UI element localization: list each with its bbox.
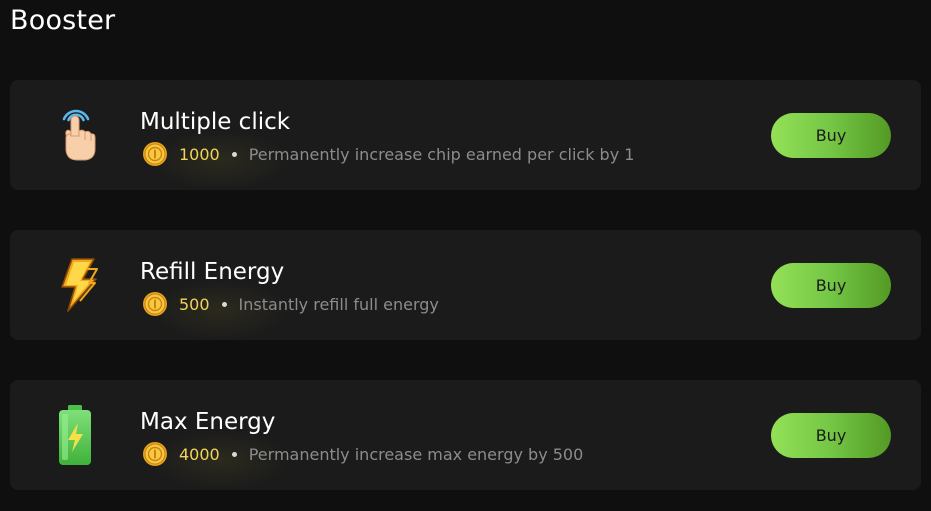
separator-dot — [231, 151, 237, 157]
booster-name: Max Energy — [140, 409, 276, 435]
booster-card-max-energy: Max Energy 4000 Permanently increase max… — [10, 380, 921, 490]
coin-icon — [143, 292, 167, 316]
booster-description: Permanently increase chip earned per cli… — [248, 144, 635, 164]
buy-button[interactable]: Buy — [771, 113, 891, 158]
booster-name: Multiple click — [140, 109, 291, 135]
booster-meta: 500 Instantly refill full energy — [142, 290, 439, 318]
coin-icon — [143, 442, 167, 466]
booster-price: 4000 — [179, 444, 220, 464]
page-title: Booster — [10, 5, 116, 36]
lightning-bolt-icon — [50, 255, 100, 315]
booster-description: Permanently increase max energy by 500 — [248, 444, 584, 464]
separator-dot — [221, 301, 227, 307]
buy-button[interactable]: Buy — [771, 263, 891, 308]
booster-meta: 4000 Permanently increase max energy by … — [142, 440, 583, 468]
coin-icon — [143, 142, 167, 166]
booster-card-multiple-click: Multiple click 1000 Permanently increase… — [10, 80, 921, 190]
booster-price: 1000 — [179, 144, 220, 164]
buy-button[interactable]: Buy — [771, 413, 891, 458]
booster-name: Refill Energy — [140, 259, 285, 285]
booster-description: Instantly refill full energy — [238, 294, 439, 314]
separator-dot — [231, 451, 237, 457]
booster-price: 500 — [179, 294, 210, 314]
tap-finger-icon — [50, 105, 100, 165]
battery-charging-icon — [50, 405, 100, 465]
booster-page: Booster Multiple click 1000 Permanently … — [0, 0, 931, 511]
booster-meta: 1000 Permanently increase chip earned pe… — [142, 140, 634, 168]
booster-card-refill-energy: Refill Energy 500 Instantly refill full … — [10, 230, 921, 340]
